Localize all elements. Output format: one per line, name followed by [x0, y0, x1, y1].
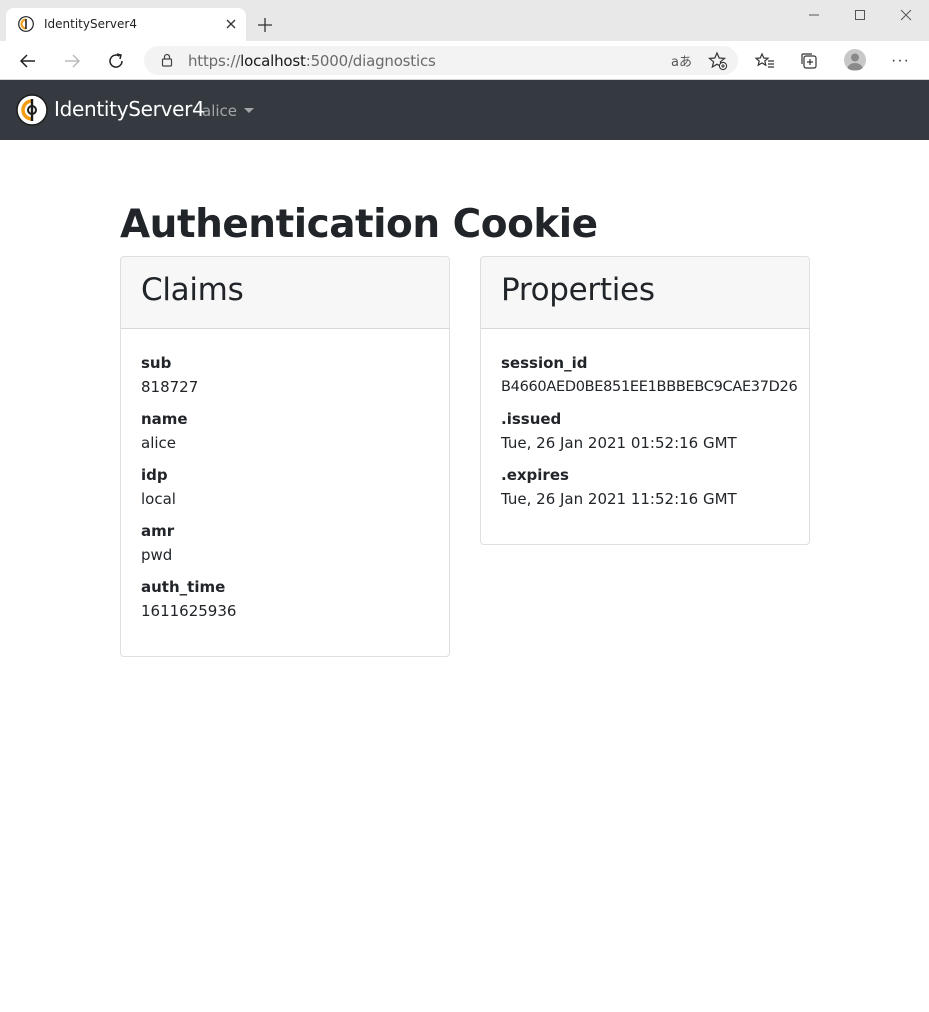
tab-title: IdentityServer4 [44, 17, 137, 31]
new-tab-icon[interactable] [257, 17, 273, 33]
app-navbar: IdentityServer4 alice [0, 80, 929, 140]
collections-icon[interactable] [799, 51, 819, 71]
profile-avatar[interactable] [844, 49, 866, 71]
properties-card-header: Properties [481, 257, 809, 329]
claim-key: sub [141, 354, 172, 372]
minimize-icon[interactable] [807, 8, 821, 22]
properties-list: session_id B4660AED0BE851EE1BBBEBC9CAE37… [481, 329, 809, 519]
back-arrow-icon[interactable] [18, 51, 38, 71]
claims-card-header: Claims [121, 257, 449, 329]
maximize-icon[interactable] [853, 8, 867, 22]
claim-value: 818727 [141, 378, 199, 396]
claim-item: amr pwd [141, 519, 429, 575]
url-text[interactable]: https://localhost:5000/diagnostics [188, 52, 436, 70]
property-value: Tue, 26 Jan 2021 11:52:16 GMT [501, 490, 737, 508]
property-item: .expires Tue, 26 Jan 2021 11:52:16 GMT [501, 463, 789, 519]
page-title: Authentication Cookie [120, 202, 598, 247]
claims-title: Claims [141, 272, 244, 308]
url-scheme: https:// [188, 52, 241, 70]
add-favorite-icon[interactable] [708, 51, 728, 71]
browser-tab[interactable]: IdentityServer4 [6, 8, 246, 41]
browser-toolbar: https://localhost:5000/diagnostics aあ ··… [0, 41, 929, 80]
claim-key: name [141, 410, 188, 428]
lock-icon[interactable] [159, 52, 175, 68]
claims-card: Claims sub 818727 name alice idp local a… [120, 256, 450, 657]
caret-down-icon [244, 108, 255, 113]
claim-item: auth_time 1611625936 [141, 575, 429, 631]
read-aloud-icon[interactable]: aあ [671, 51, 692, 70]
brand-link[interactable]: IdentityServer4 [54, 97, 205, 121]
claim-key: auth_time [141, 578, 226, 596]
address-bar[interactable]: https://localhost:5000/diagnostics aあ [144, 46, 738, 75]
property-value: B4660AED0BE851EE1BBBEBC9CAE37D26 [501, 379, 798, 395]
reload-icon[interactable] [106, 51, 126, 71]
property-item: session_id B4660AED0BE851EE1BBBEBC9CAE37… [501, 351, 798, 407]
browser-tabstrip: IdentityServer4 [0, 0, 929, 41]
close-tab-icon[interactable] [224, 17, 238, 31]
property-key: .issued [501, 410, 562, 428]
identityserver-logo-icon[interactable] [16, 94, 48, 126]
property-key: session_id [501, 354, 588, 372]
claim-value: local [141, 490, 176, 508]
identityserver-favicon-icon [18, 16, 34, 32]
property-key: .expires [501, 466, 569, 484]
favorites-icon[interactable] [755, 51, 775, 71]
claim-value: 1611625936 [141, 602, 237, 620]
claim-key: amr [141, 522, 175, 540]
forward-arrow-icon[interactable] [62, 51, 82, 71]
properties-title: Properties [501, 272, 655, 308]
property-value: Tue, 26 Jan 2021 01:52:16 GMT [501, 434, 737, 452]
claim-value: pwd [141, 546, 173, 564]
claim-item: idp local [141, 463, 429, 519]
claim-value: alice [141, 434, 177, 452]
more-menu-icon[interactable]: ··· [891, 53, 910, 69]
user-menu-dropdown[interactable]: alice [202, 102, 255, 120]
claim-item: name alice [141, 407, 429, 463]
properties-card: Properties session_id B4660AED0BE851EE1B… [480, 256, 810, 545]
close-window-icon[interactable] [899, 8, 913, 22]
claim-item: sub 818727 [141, 351, 429, 407]
url-host: localhost [240, 52, 306, 70]
user-name: alice [202, 102, 238, 120]
claims-list: sub 818727 name alice idp local amr pwd … [121, 329, 449, 631]
property-item: .issued Tue, 26 Jan 2021 01:52:16 GMT [501, 407, 789, 463]
url-path: :5000/diagnostics [305, 52, 436, 70]
claim-key: idp [141, 466, 168, 484]
profile-icon [847, 53, 863, 70]
